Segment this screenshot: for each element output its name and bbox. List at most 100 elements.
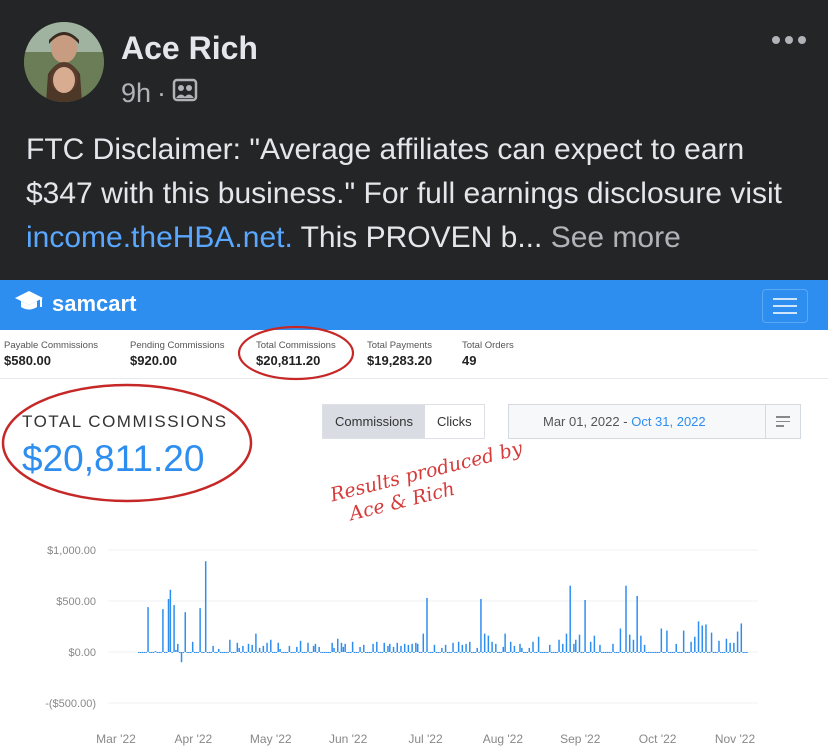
- chart-bar[interactable]: [402, 652, 404, 653]
- chart-bar[interactable]: [309, 652, 311, 653]
- chart-bar[interactable]: [710, 632, 713, 652]
- chart-bar[interactable]: [214, 652, 216, 653]
- chart-bar[interactable]: [669, 652, 672, 653]
- chart-bar[interactable]: [738, 652, 741, 653]
- chart-bar[interactable]: [565, 633, 568, 652]
- chart-bar[interactable]: [403, 643, 406, 652]
- chart-bar[interactable]: [177, 643, 179, 652]
- chart-bar[interactable]: [517, 652, 519, 653]
- chart-bar[interactable]: [180, 652, 183, 663]
- chart-bar[interactable]: [508, 652, 510, 653]
- chart-bar[interactable]: [664, 652, 666, 653]
- chart-bar[interactable]: [318, 646, 320, 652]
- chart-bar[interactable]: [662, 652, 664, 653]
- chart-bar[interactable]: [225, 652, 227, 653]
- chart-bar[interactable]: [597, 652, 599, 653]
- chart-bar[interactable]: [615, 652, 618, 653]
- chart-bar[interactable]: [257, 652, 259, 653]
- chart-bar[interactable]: [245, 652, 248, 653]
- chart-bar[interactable]: [727, 652, 730, 653]
- chart-bar[interactable]: [370, 652, 372, 653]
- chart-bar[interactable]: [162, 609, 164, 652]
- chart-bar[interactable]: [718, 640, 720, 652]
- chart-bar[interactable]: [350, 652, 352, 653]
- chart-bar[interactable]: [712, 652, 715, 653]
- chart-bar[interactable]: [418, 652, 421, 653]
- chart-bar[interactable]: [498, 652, 501, 653]
- chart-bar[interactable]: [357, 652, 359, 653]
- chart-bar[interactable]: [537, 636, 540, 652]
- chart-bar[interactable]: [697, 621, 700, 652]
- chart-bar[interactable]: [599, 644, 601, 652]
- chart-bar[interactable]: [530, 652, 532, 653]
- chart-bar[interactable]: [223, 652, 226, 653]
- chart-bar[interactable]: [316, 652, 319, 653]
- chart-bar[interactable]: [273, 652, 276, 653]
- chart-bar[interactable]: [474, 652, 477, 653]
- chart-bar[interactable]: [271, 652, 274, 653]
- chart-bar[interactable]: [744, 652, 746, 653]
- chart-bar[interactable]: [413, 652, 415, 653]
- hamburger-menu-icon[interactable]: [762, 289, 808, 323]
- chart-bar[interactable]: [649, 652, 651, 653]
- chart-bar[interactable]: [591, 652, 594, 653]
- chart-bar[interactable]: [638, 652, 640, 653]
- chart-bar[interactable]: [216, 652, 218, 653]
- chart-bar[interactable]: [736, 631, 739, 652]
- chart-bar[interactable]: [363, 644, 365, 652]
- chart-bar[interactable]: [658, 652, 661, 653]
- chart-bar[interactable]: [281, 652, 283, 653]
- chart-bar[interactable]: [660, 628, 663, 652]
- chart-bar[interactable]: [390, 652, 393, 653]
- chart-bar[interactable]: [580, 652, 583, 653]
- chart-bar[interactable]: [199, 608, 201, 652]
- chart-bar[interactable]: [643, 644, 646, 652]
- chart-bar[interactable]: [270, 639, 272, 652]
- chart-bar[interactable]: [636, 595, 638, 652]
- chart-bar[interactable]: [435, 652, 438, 653]
- chart-bar[interactable]: [467, 652, 469, 653]
- chart-bar[interactable]: [396, 642, 398, 652]
- chart-bar[interactable]: [675, 643, 677, 652]
- chart-bar[interactable]: [448, 652, 451, 653]
- chart-bar[interactable]: [692, 652, 694, 653]
- chart-bar[interactable]: [480, 598, 482, 652]
- chart-bar[interactable]: [593, 635, 596, 652]
- chart-bar[interactable]: [165, 652, 168, 653]
- chart-bar[interactable]: [731, 652, 733, 653]
- chart-bar[interactable]: [688, 652, 690, 653]
- chart-bar[interactable]: [601, 652, 603, 653]
- chart-bar[interactable]: [500, 652, 503, 653]
- chart-bar[interactable]: [299, 640, 302, 652]
- chart-bar[interactable]: [424, 652, 426, 653]
- chart-bar[interactable]: [461, 644, 464, 652]
- chart-bar[interactable]: [230, 652, 233, 653]
- chart-bar[interactable]: [288, 645, 291, 652]
- chart-bar[interactable]: [439, 652, 441, 653]
- chart-bar[interactable]: [143, 652, 146, 653]
- chart-bar[interactable]: [292, 652, 294, 653]
- chart-bar[interactable]: [141, 652, 144, 653]
- chart-bar[interactable]: [571, 652, 573, 653]
- chart-bar[interactable]: [188, 652, 190, 653]
- chart-bar[interactable]: [346, 652, 348, 653]
- chart-bar[interactable]: [734, 652, 737, 653]
- chart-bar[interactable]: [336, 638, 339, 652]
- chart-bar[interactable]: [621, 652, 624, 653]
- chart-bar[interactable]: [348, 652, 350, 653]
- chart-bar[interactable]: [351, 641, 354, 652]
- chart-bar[interactable]: [322, 652, 324, 653]
- chart-bar[interactable]: [441, 647, 443, 652]
- chart-bar[interactable]: [184, 612, 186, 652]
- chart-bar[interactable]: [686, 652, 689, 653]
- chart-bar[interactable]: [376, 641, 378, 652]
- chart-bar[interactable]: [303, 652, 306, 653]
- chart-bar[interactable]: [491, 641, 493, 652]
- chart-bar[interactable]: [422, 633, 425, 652]
- chart-bar[interactable]: [721, 652, 724, 653]
- chart-bar[interactable]: [149, 652, 151, 653]
- chart-bar[interactable]: [623, 652, 625, 653]
- chart-bar[interactable]: [655, 652, 657, 653]
- chart-bar[interactable]: [625, 585, 627, 652]
- chart-bar[interactable]: [359, 646, 361, 652]
